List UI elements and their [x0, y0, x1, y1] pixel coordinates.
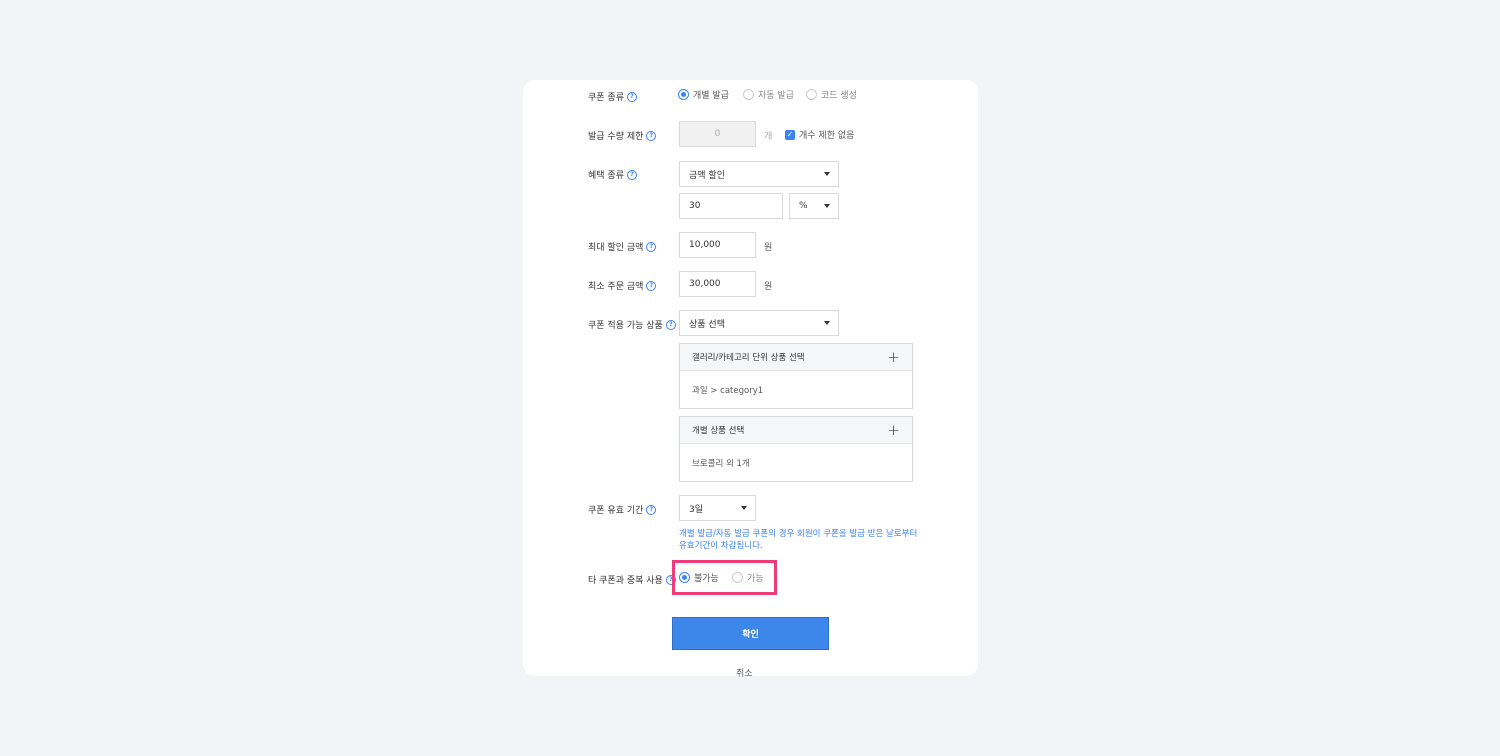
help-icon[interactable]: ?: [626, 169, 637, 180]
benefit-type-select[interactable]: 금액 할인: [679, 161, 839, 187]
duplicate-use-highlight: [672, 560, 777, 595]
plus-icon[interactable]: +: [887, 349, 900, 365]
chevron-down-icon: [824, 172, 830, 176]
product-select-value: 브로콜리 외 1개: [692, 459, 750, 469]
benefit-amount-input[interactable]: 30: [679, 193, 783, 219]
help-icon[interactable]: ?: [646, 504, 657, 515]
duplicate-use-label: 타 쿠폰과 중복 사용 ?: [588, 573, 676, 586]
category-select-box: 갤러리/카테고리 단위 상품 선택 + 과일 > category1: [679, 343, 913, 409]
chevron-down-icon: [741, 506, 747, 510]
radio-icon[interactable]: [743, 89, 754, 100]
validity-hint: 개별 발급/자동 발급 쿠폰의 경우 회원이 쿠폰을 발급 받은 날로부터 유효…: [679, 529, 918, 551]
benefit-unit-select[interactable]: %: [789, 193, 839, 219]
max-discount-unit: 원: [764, 243, 773, 253]
coupon-type-label: 쿠폰 종류 ?: [588, 90, 637, 103]
help-icon[interactable]: ?: [646, 241, 657, 252]
category-select-value: 과일 > category1: [692, 386, 764, 396]
issue-limit-input[interactable]: 0: [679, 121, 756, 147]
validity-label: 쿠폰 유효 기간 ?: [588, 503, 657, 516]
min-order-input[interactable]: 30,000: [679, 271, 756, 297]
unlimited-checkbox[interactable]: ✓ 개수 제한 없음: [785, 128, 854, 141]
validity-select[interactable]: 3일: [679, 495, 756, 521]
radio-icon[interactable]: [678, 89, 689, 100]
cancel-button[interactable]: 취소: [736, 666, 753, 679]
applicable-products-label: 쿠폰 적용 가능 상품 ?: [588, 318, 676, 331]
chevron-down-icon: [824, 204, 830, 208]
issue-limit-label: 발급 수량 제한 ?: [588, 129, 657, 142]
plus-icon[interactable]: +: [887, 422, 900, 438]
issue-limit-unit: 개: [764, 132, 773, 142]
help-icon[interactable]: ?: [646, 280, 657, 291]
product-select-header: 개별 상품 선택 +: [680, 417, 912, 444]
chevron-down-icon: [824, 321, 830, 325]
max-discount-label: 최대 할인 금액 ?: [588, 240, 657, 253]
coupon-type-option-code[interactable]: 코드 생성: [806, 88, 857, 101]
max-discount-input[interactable]: 10,000: [679, 232, 756, 258]
help-icon[interactable]: ?: [626, 91, 637, 102]
help-icon[interactable]: ?: [646, 130, 657, 141]
confirm-button[interactable]: 확인: [672, 617, 829, 650]
benefit-type-label: 혜택 종류 ?: [588, 168, 637, 181]
min-order-unit: 원: [764, 282, 773, 292]
coupon-type-option-auto[interactable]: 자동 발급: [743, 88, 794, 101]
product-select-box: 개별 상품 선택 + 브로콜리 외 1개: [679, 416, 913, 482]
radio-icon[interactable]: [806, 89, 817, 100]
min-order-label: 최소 주문 금액 ?: [588, 279, 657, 292]
coupon-type-option-individual[interactable]: 개별 발급: [678, 88, 729, 101]
help-icon[interactable]: ?: [665, 319, 676, 330]
category-select-header: 갤러리/카테고리 단위 상품 선택 +: [680, 344, 912, 371]
applicable-products-select[interactable]: 상품 선택: [679, 310, 839, 336]
check-icon[interactable]: ✓: [785, 129, 795, 140]
